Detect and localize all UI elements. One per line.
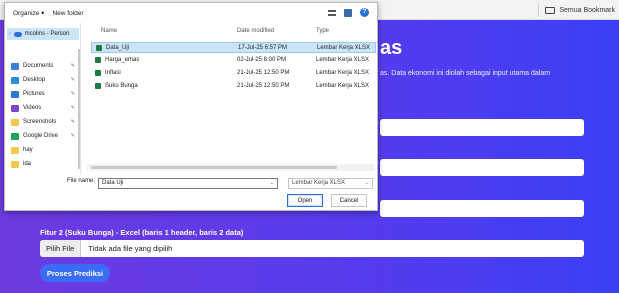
cloud-icon <box>13 31 22 37</box>
excel-file-icon <box>95 57 101 63</box>
folder-icon <box>11 160 19 168</box>
file-date: 21-Jul-25 12:50 PM <box>237 83 290 89</box>
excel-file-icon <box>96 45 102 51</box>
fitur-input-field-1[interactable] <box>380 119 584 136</box>
filename-input[interactable]: Data Uji ⌄ <box>98 178 278 189</box>
page-title: as <box>380 37 403 59</box>
chevron-down-icon: ⌄ <box>364 180 369 186</box>
file-name: Harga_emas <box>105 57 140 63</box>
nav-item-google-drive[interactable]: Google Drive ✎ <box>11 130 79 142</box>
nav-item-label: Pictures <box>23 91 45 97</box>
fitur2-label: Fitur 2 (Suku Bunga) - Excel (baris 1 he… <box>40 228 244 237</box>
new-folder-button[interactable]: New folder <box>52 10 83 17</box>
file-row[interactable]: Harga_emas 02-Jul-25 8:00 PM Lembar Kerj… <box>91 55 376 66</box>
navigation-pane: › mcolins - Person Documents ✎ Desktop ✎… <box>5 23 81 175</box>
nav-item-label: Google Drive <box>23 133 59 139</box>
file-date: 02-Jul-25 8:00 PM <box>237 57 287 63</box>
file-date: 17-Jul-25 6:57 PM <box>238 45 288 51</box>
pin-icon: ✎ <box>70 105 75 111</box>
videos-icon <box>11 104 19 112</box>
fitur-input-field-2[interactable] <box>380 159 584 176</box>
file-name: Inflasi <box>105 70 121 76</box>
view-options-icon[interactable] <box>328 9 336 16</box>
horizontal-scrollbar-thumb[interactable] <box>91 166 337 169</box>
nav-item-desktop[interactable]: Desktop ✎ <box>11 74 79 86</box>
cancel-button[interactable]: Cancel <box>331 194 367 207</box>
nav-scrollbar[interactable] <box>78 49 80 169</box>
file-date: 21-Jul-25 12:50 PM <box>237 70 290 76</box>
pin-icon: ✎ <box>70 133 75 139</box>
nav-home-item[interactable]: › mcolins - Person <box>7 28 79 40</box>
all-bookmarks-label: Semua Bookmark <box>559 6 615 14</box>
help-icon[interactable]: ? <box>360 8 369 17</box>
filename-value: Data Uji <box>102 180 124 186</box>
nav-item-screenshots[interactable]: Screenshots ✎ <box>11 116 79 128</box>
file-row[interactable]: Data_Uji 17-Jul-25 6:57 PM Lembar Kerja … <box>91 42 376 53</box>
nav-item-label: ida <box>23 161 32 167</box>
nav-item-label: Desktop <box>23 77 46 83</box>
desktop-icon <box>11 76 19 84</box>
nav-item-hay[interactable]: hay <box>11 144 79 156</box>
file-name: Suku Bunga <box>105 83 138 89</box>
pin-icon: ✎ <box>70 63 75 69</box>
nav-item-documents[interactable]: Documents ✎ <box>11 60 79 72</box>
google-drive-icon <box>11 132 19 140</box>
process-prediction-button[interactable]: Proses Prediksi <box>40 264 110 282</box>
folder-icon <box>11 146 19 154</box>
pin-icon: ✎ <box>70 91 75 97</box>
organize-button[interactable]: Organize ▾ <box>13 9 44 17</box>
column-header-name[interactable]: Name <box>101 28 117 34</box>
dialog-toolbar: Organize ▾ New folder ? <box>5 3 377 23</box>
file-row[interactable]: Suku Bunga 21-Jul-25 12:50 PM Lembar Ker… <box>91 81 376 92</box>
column-header-type[interactable]: Type <box>316 28 329 34</box>
open-button[interactable]: Open <box>287 194 323 207</box>
file-type: Lembar Kerja XLSX <box>317 45 371 51</box>
filetype-value: Lembar Kerja XLSX <box>292 180 346 186</box>
documents-icon <box>11 62 19 70</box>
expand-arrow-icon: › <box>9 31 11 37</box>
excel-file-icon <box>95 83 101 89</box>
nav-item-pictures[interactable]: Pictures ✎ <box>11 88 79 100</box>
filetype-select[interactable]: Lembar Kerja XLSX ⌄ <box>288 178 373 189</box>
pin-icon: ✎ <box>70 77 75 83</box>
filename-label: File name: <box>67 178 96 184</box>
nav-item-ida[interactable]: ida <box>11 158 79 170</box>
column-header-date-modified[interactable]: Date modified <box>237 28 274 34</box>
open-file-dialog: Organize ▾ New folder ? › mcolins - Pers… <box>4 2 378 211</box>
fitur-input-field-3[interactable] <box>380 200 584 217</box>
no-file-text: Tidak ada file yang dipilih <box>88 244 173 253</box>
nav-item-label: Documents <box>23 63 54 69</box>
fitur2-file-input[interactable]: Pilih File Tidak ada file yang dipilih <box>40 240 584 257</box>
all-bookmarks-button[interactable]: Semua Bookmark <box>538 3 615 17</box>
pictures-icon <box>11 90 19 98</box>
nav-item-label: Videos <box>23 105 42 111</box>
nav-item-label: hay <box>23 147 33 153</box>
file-type: Lembar Kerja XLSX <box>316 83 370 89</box>
preview-pane-icon[interactable] <box>344 8 352 17</box>
folder-icon <box>545 6 556 14</box>
file-type: Lembar Kerja XLSX <box>316 57 370 63</box>
choose-file-button[interactable]: Pilih File <box>40 240 82 257</box>
nav-home-label: mcolins - Person <box>24 31 70 37</box>
chevron-down-icon[interactable]: ⌄ <box>270 179 274 188</box>
nav-item-videos[interactable]: Videos ✎ <box>11 102 79 114</box>
page-description: as. Data ekonomi ini diolah sebagai inpu… <box>380 70 551 77</box>
pin-icon: ✎ <box>70 119 75 125</box>
file-row[interactable]: Inflasi 21-Jul-25 12:50 PM Lembar Kerja … <box>91 68 376 79</box>
file-type: Lembar Kerja XLSX <box>316 70 370 76</box>
excel-file-icon <box>95 70 101 76</box>
nav-item-label: Screenshots <box>23 119 57 125</box>
file-name: Data_Uji <box>106 45 130 51</box>
folder-icon <box>11 118 19 126</box>
